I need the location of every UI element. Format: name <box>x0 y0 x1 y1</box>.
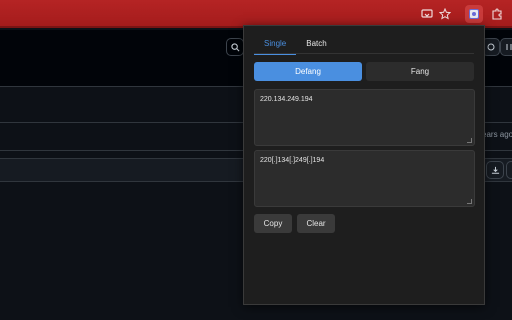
input-text: 220.134.249.194 <box>260 96 313 103</box>
output-text: 220[.]134[.]249[.]194 <box>260 157 325 164</box>
download-icon[interactable] <box>486 161 504 179</box>
tab-divider <box>254 53 474 54</box>
clear-button[interactable]: Clear <box>297 214 335 233</box>
resize-handle[interactable] <box>467 138 472 143</box>
star-icon[interactable] <box>436 5 454 23</box>
search-icon[interactable] <box>226 38 244 56</box>
extension-active-icon[interactable] <box>465 5 483 23</box>
output-textarea[interactable]: 220[.]134[.]249[.]194 <box>254 150 475 207</box>
copy-button[interactable]: Copy <box>254 214 292 233</box>
timestamp-text: ears ago <box>482 130 512 139</box>
defang-popup: Single Batch Defang Fang 220.134.249.194… <box>243 25 485 305</box>
fang-button[interactable]: Fang <box>366 62 474 81</box>
edit-icon[interactable] <box>506 161 512 179</box>
resize-handle[interactable] <box>467 199 472 204</box>
browser-toolbar <box>0 0 512 28</box>
input-textarea[interactable]: 220.134.249.194 <box>254 89 475 146</box>
screen-cast-icon[interactable] <box>418 5 436 23</box>
puzzle-icon[interactable] <box>488 5 506 23</box>
defang-button[interactable]: Defang <box>254 62 362 81</box>
pull-request-icon[interactable] <box>500 38 512 56</box>
